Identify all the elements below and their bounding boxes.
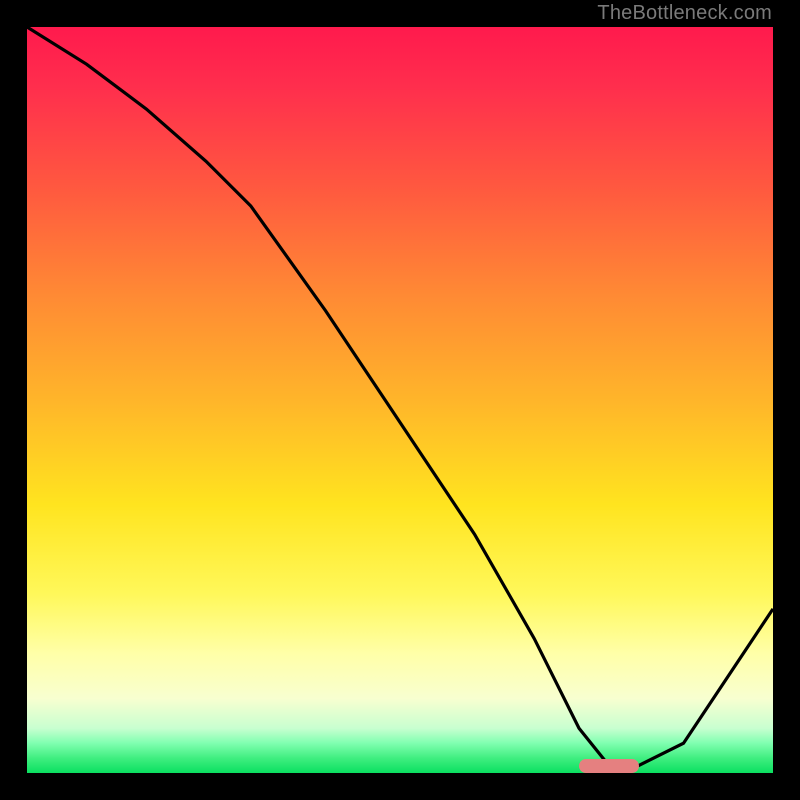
optimal-marker: [579, 759, 639, 773]
curve-path: [27, 27, 773, 766]
chart-curve: [27, 27, 773, 773]
watermark-text: TheBottleneck.com: [597, 2, 772, 25]
chart-frame: [23, 23, 777, 777]
